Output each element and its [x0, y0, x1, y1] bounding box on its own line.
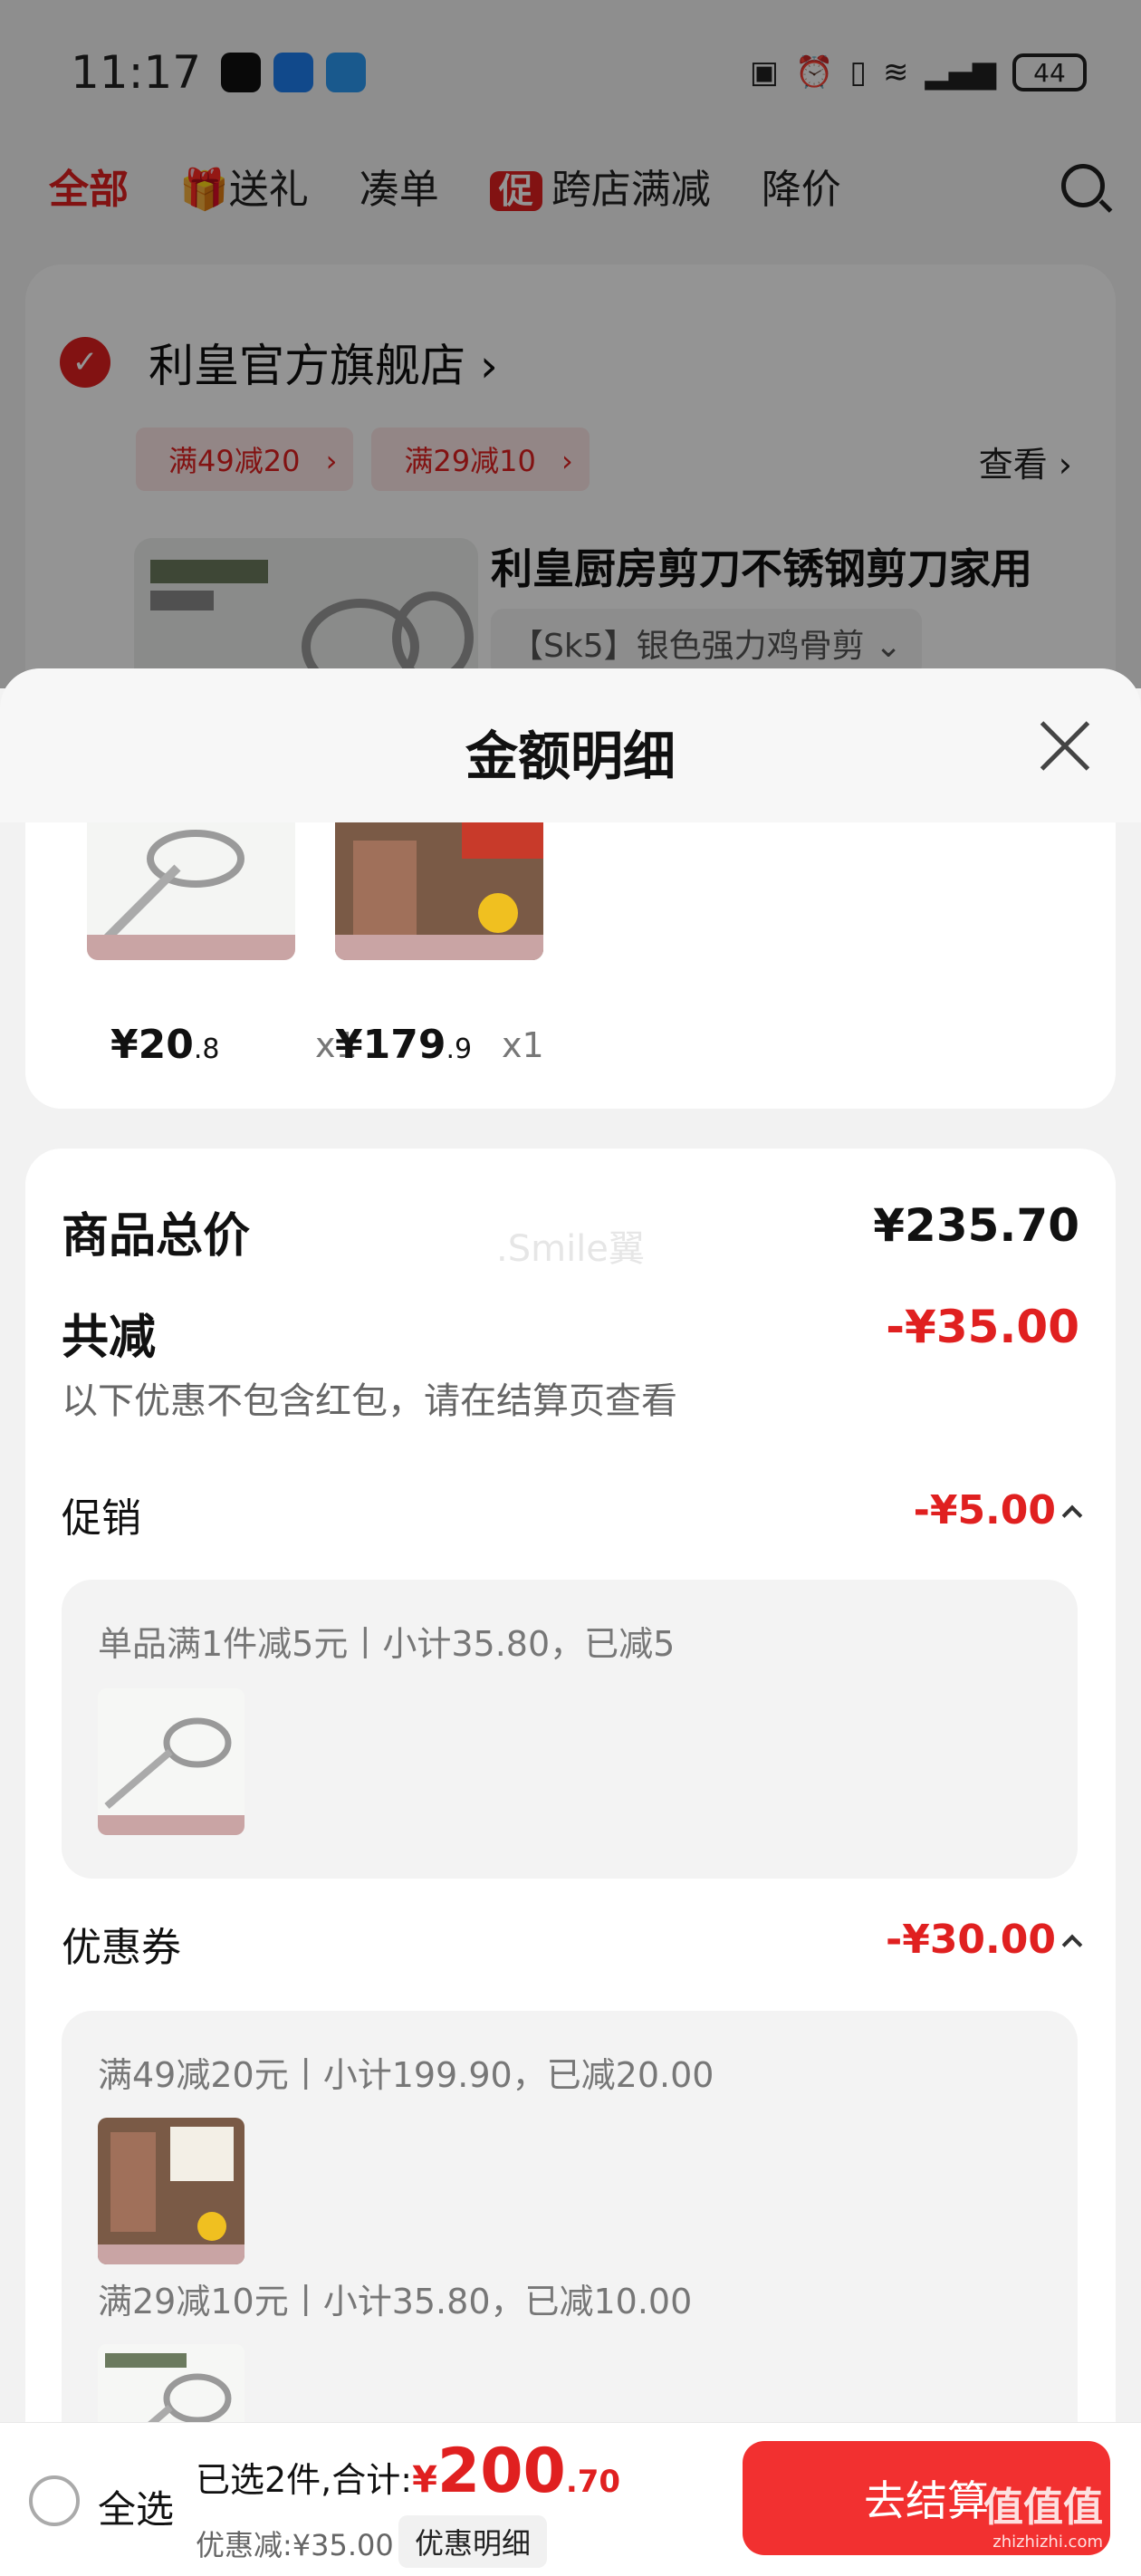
amount-breakdown-card: .Smile翼 商品总价 ¥235.70 共减 -¥35.00 以下优惠不包含红… [25, 1149, 1116, 2426]
discount-label: 共减 [62, 1311, 157, 1365]
discount-summary: 优惠减:¥35.00 [196, 2528, 394, 2562]
coupon-rule: 满49减20元丨小计199.90，已减20.00 [98, 2055, 714, 2095]
coupon-label: 优惠券 [62, 1925, 181, 1971]
checkout-bar: 全选 已选2件,合计:¥200.70 优惠减:¥35.00 优惠明细 去结算 值… [0, 2422, 1141, 2576]
items-card: ¥20.8 x1 ¥179.9 x1 [25, 822, 1116, 1109]
item-price: ¥20.8 [110, 1022, 220, 1068]
promo-detail-box: 单品满1件减5元丨小计35.80，已减5 [62, 1580, 1078, 1879]
total-price: 200 [436, 2436, 566, 2507]
promo-toggle[interactable]: -¥5.00 [914, 1487, 1083, 1533]
sheet-header: 金额明细 [0, 668, 1141, 822]
cart-item[interactable]: ¥20.8 x1 [87, 822, 358, 1068]
watermark-logo: 值值值 zhizhizhi.com [983, 2485, 1103, 2552]
knife-set-thumbnail [98, 2118, 244, 2264]
amount-detail-sheet: 金额明细 ¥20.8 x1 ¥179.9 x1 .Smile翼 商品总价 ¥23… [0, 668, 1141, 2426]
discount-note: 以下优惠不包含红包，请在结算页查看 [62, 1380, 677, 1422]
scissors-thumbnail [87, 822, 295, 960]
discount-value: -¥35.00 [886, 1301, 1079, 1353]
order-summary: 已选2件,合计:¥200.70 [196, 2436, 621, 2507]
promo-rule: 单品满1件减5元丨小计35.80，已减5 [98, 1624, 676, 1664]
coupon-toggle[interactable]: -¥30.00 [886, 1917, 1083, 1963]
select-all-radio[interactable] [29, 2475, 80, 2526]
sheet-title: 金额明细 [465, 726, 676, 787]
promo-label: 促销 [62, 1495, 141, 1542]
knife-set-thumbnail [335, 822, 543, 960]
chevron-up-icon [1061, 1504, 1083, 1525]
checkout-button[interactable]: 去结算 值值值 zhizhizhi.com [743, 2441, 1110, 2555]
scissors-thumbnail [98, 1688, 244, 1835]
coupon-rule: 满29减10元丨小计35.80，已减10.00 [98, 2282, 693, 2321]
cart-item[interactable]: ¥179.9 x1 [335, 822, 544, 1068]
discount-detail-button[interactable]: 优惠明细 [398, 2515, 548, 2568]
chevron-up-icon [1061, 1934, 1083, 1955]
coupon-detail-box: 满49减20元丨小计199.90，已减20.00 满29减10元丨小计35.80… [62, 2011, 1078, 2426]
dim-overlay[interactable] [0, 0, 1141, 688]
total-label: 商品总价 [62, 1209, 251, 1264]
watermark-text: .Smile翼 [496, 1228, 645, 1270]
total-value: ¥235.70 [873, 1199, 1079, 1252]
item-price: ¥179.9 [335, 1022, 473, 1068]
close-icon[interactable] [1038, 719, 1092, 774]
scissors-thumbnail [98, 2344, 244, 2426]
select-all-label[interactable]: 全选 [98, 2479, 174, 2534]
item-quantity: x1 [502, 1025, 544, 1065]
